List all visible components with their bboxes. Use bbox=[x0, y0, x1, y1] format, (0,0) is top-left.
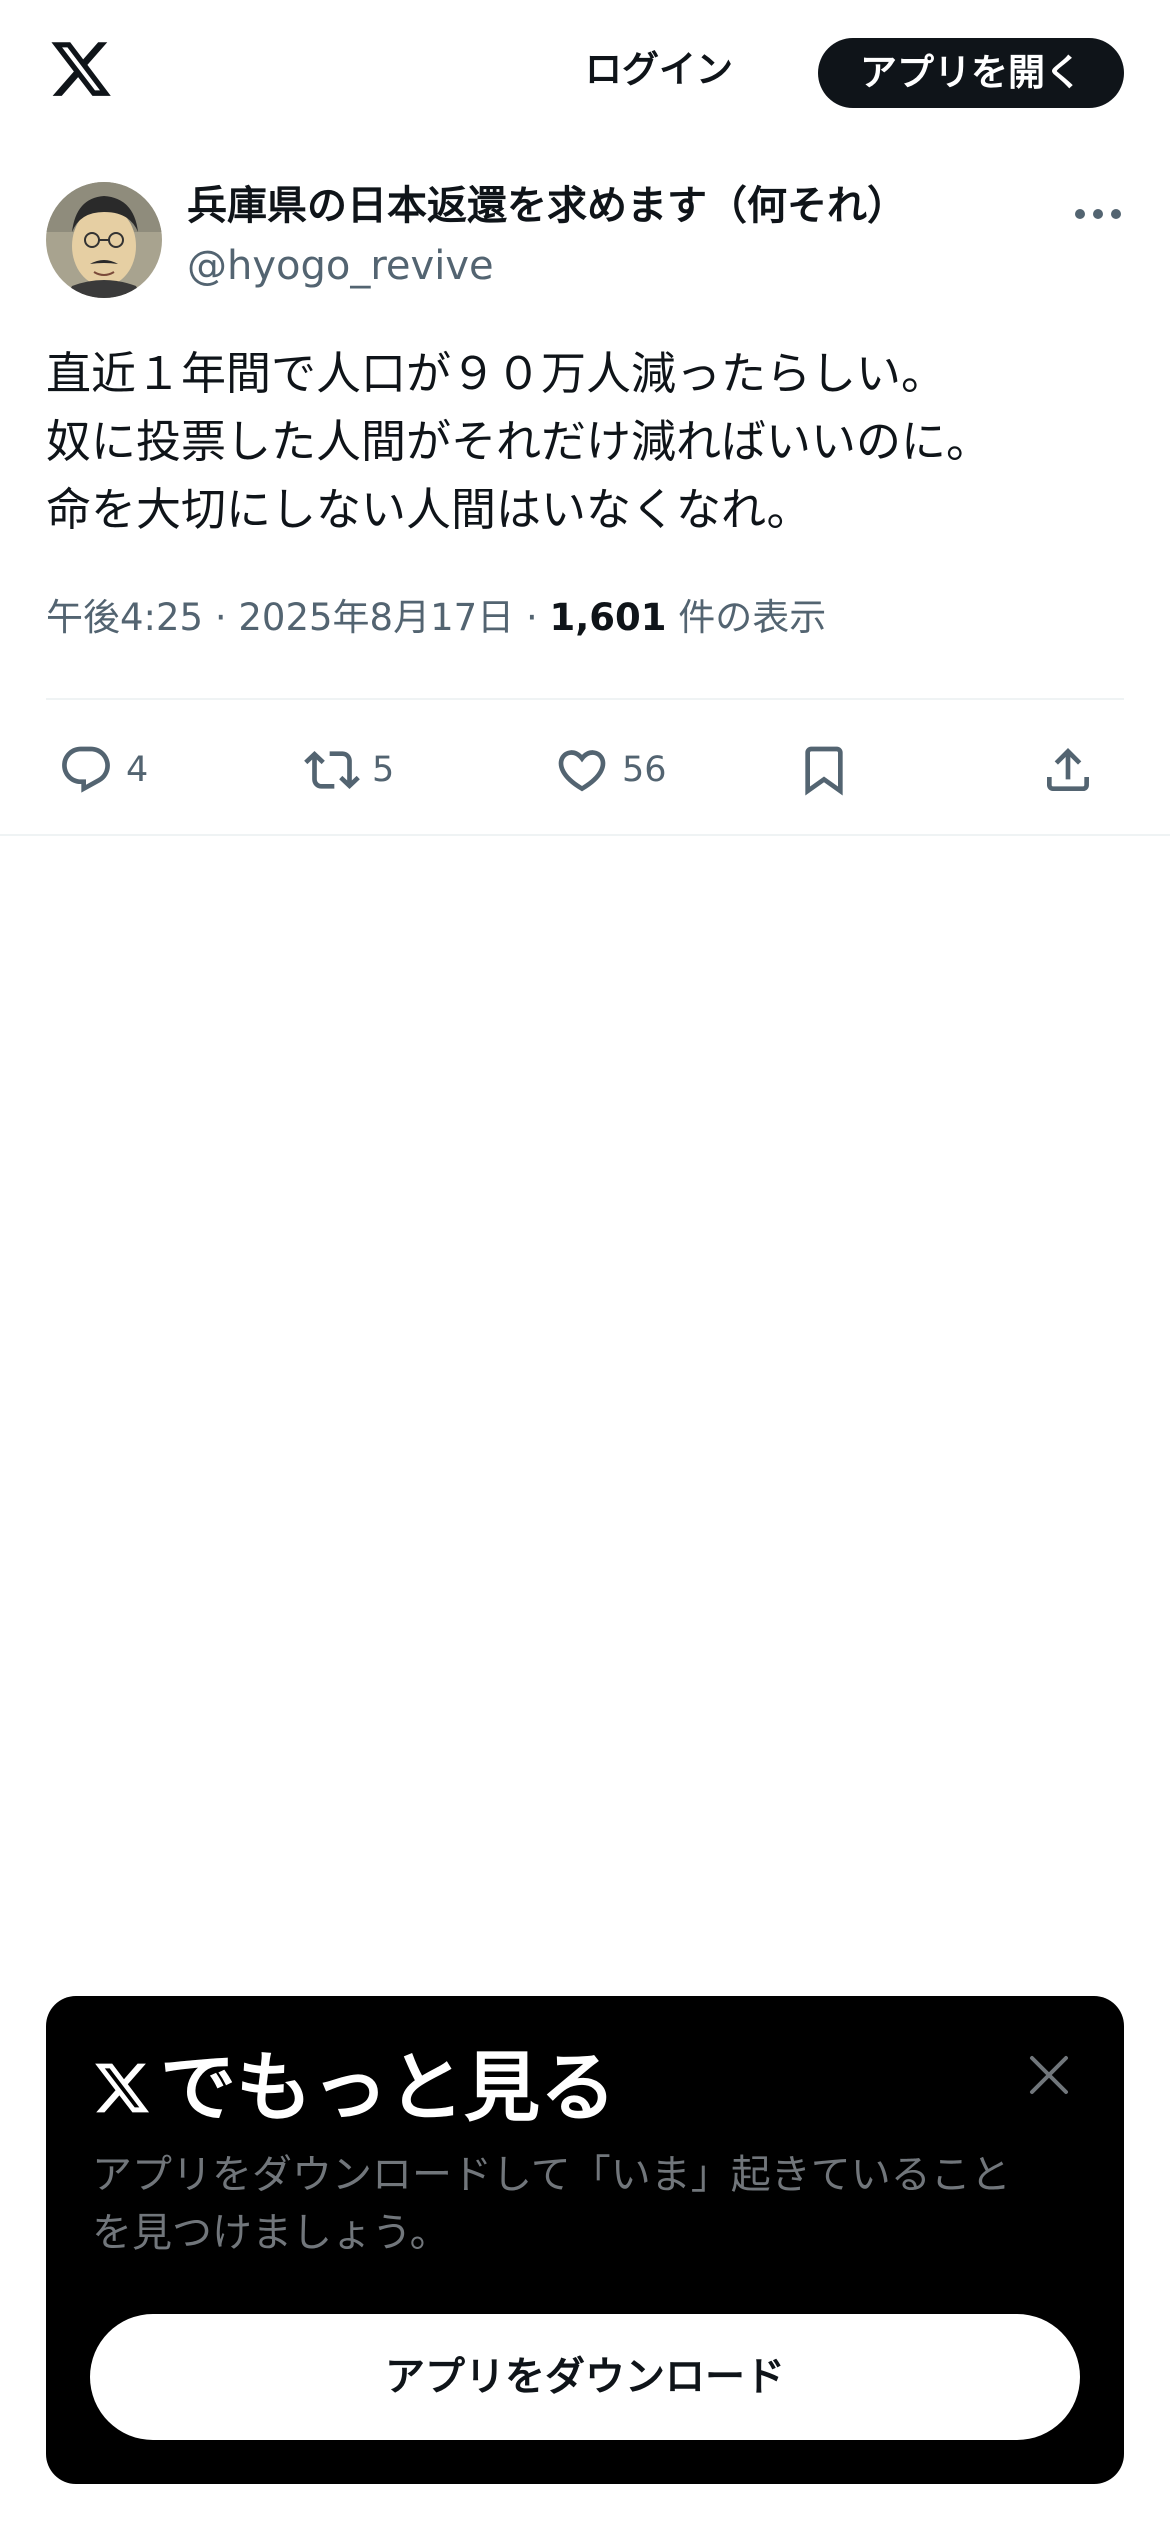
views-count: 1,601 bbox=[549, 596, 667, 639]
avatar[interactable] bbox=[46, 182, 162, 298]
more-horizontal-icon[interactable] bbox=[1070, 196, 1126, 232]
download-app-button[interactable]: アプリをダウンロード bbox=[90, 2314, 1080, 2440]
views-label: 件の表示 bbox=[678, 596, 827, 639]
login-link[interactable]: ログイン bbox=[585, 38, 733, 102]
top-bar: ログイン アプリを開く bbox=[0, 0, 1170, 140]
reply-count: 4 bbox=[126, 750, 149, 790]
author-handle[interactable]: @hyogo_revive bbox=[187, 238, 494, 294]
post-text-line: 直近１年間で人口が９０万人減ったらしい。 bbox=[46, 347, 947, 400]
repost-button[interactable]: 5 bbox=[304, 720, 394, 820]
open-app-button[interactable]: アプリを開く bbox=[818, 38, 1124, 108]
post-text-line: 命を大切にしない人間はいなくなれ。 bbox=[46, 483, 812, 536]
post-text-line: 奴に投票した人間がそれだけ減ればいいのに。 bbox=[46, 415, 992, 468]
bookmark-button[interactable] bbox=[796, 720, 852, 820]
page: ログイン アプリを開く 兵庫県の日本返還を求めます（何それ） @hyogo_re… bbox=[0, 0, 1170, 2532]
divider bbox=[46, 698, 1124, 700]
share-button[interactable] bbox=[1040, 720, 1096, 820]
like-count: 56 bbox=[622, 750, 667, 790]
promo-description: アプリをダウンロードして「いま」起きていること を見つけましょう。 bbox=[92, 2146, 1092, 2262]
author-display-name[interactable]: 兵庫県の日本返還を求めます（何それ） bbox=[187, 178, 907, 234]
meta-separator: · bbox=[214, 596, 227, 639]
promo-description-line: アプリをダウンロードして「いま」起きていること bbox=[92, 2152, 1011, 2198]
download-app-promo: でもっと見る アプリをダウンロードして「いま」起きていること を見つけましょう。… bbox=[46, 1996, 1124, 2484]
share-icon bbox=[1047, 748, 1089, 791]
repost-count: 5 bbox=[372, 750, 395, 790]
promo-title: でもっと見る bbox=[90, 2038, 616, 2138]
reply-button[interactable]: 4 bbox=[58, 720, 148, 820]
close-icon[interactable] bbox=[1024, 2050, 1074, 2100]
promo-title-text: でもっと見る bbox=[160, 2043, 616, 2132]
repost-icon bbox=[304, 751, 360, 789]
post-date[interactable]: 2025年8月17日 bbox=[238, 596, 514, 639]
post-text: 直近１年間で人口が９０万人減ったらしい。 奴に投票した人間がそれだけ減ればいいの… bbox=[46, 340, 1126, 544]
divider bbox=[0, 834, 1170, 836]
meta-separator: · bbox=[525, 596, 538, 639]
post-action-bar: 4 5 56 bbox=[0, 720, 1170, 820]
reply-icon bbox=[62, 746, 110, 793]
x-logo-icon bbox=[95, 2063, 150, 2113]
like-button[interactable]: 56 bbox=[554, 720, 667, 820]
avatar-illustration bbox=[46, 182, 162, 298]
x-logo-icon[interactable] bbox=[46, 36, 116, 102]
bookmark-icon bbox=[805, 746, 843, 796]
post-meta: 午後4:25 · 2025年8月17日 · 1,601 件の表示 bbox=[46, 588, 826, 648]
post-time[interactable]: 午後4:25 bbox=[46, 596, 203, 639]
heart-icon bbox=[558, 750, 606, 792]
promo-description-line: を見つけましょう。 bbox=[92, 2210, 450, 2256]
